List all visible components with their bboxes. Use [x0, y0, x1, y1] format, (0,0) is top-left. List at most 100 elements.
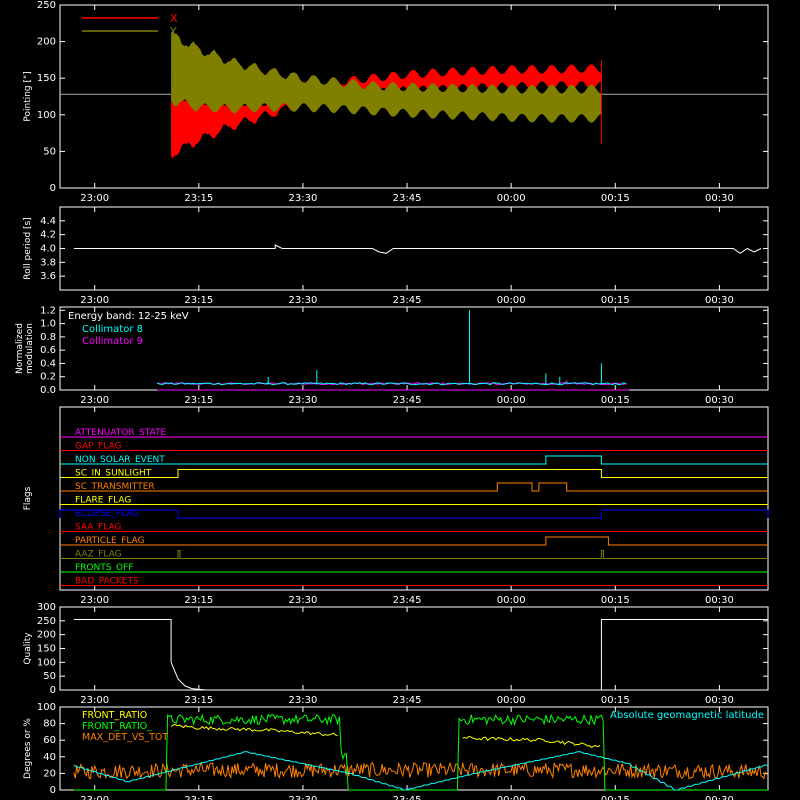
y-tick-label: 0.8 [40, 332, 56, 343]
x-tick-label: 00:00 [497, 595, 526, 606]
flag-line-sc-in-sunlight [60, 469, 768, 478]
flag-label-sc-in-sunlight: SC_IN_SUNLIGHT [75, 469, 152, 479]
flag-label-saa-flag: SAA_FLAG [75, 523, 121, 533]
y-tick-label: 150 [37, 73, 56, 84]
y-tick-label: 0 [50, 685, 56, 696]
x-tick-label: 23:15 [184, 295, 213, 306]
flag-label-eclipse-flag: ECLIPSE_FLAG [75, 509, 139, 519]
x-tick-label: 23:30 [289, 395, 318, 406]
y-axis-label: Pointing ["] [23, 71, 33, 121]
x-tick-label: 00:30 [705, 595, 734, 606]
y-axis-label: Degrees or % [23, 718, 33, 779]
x-tick-label: 00:00 [497, 695, 526, 706]
flag-line-sc-transmitter [60, 482, 768, 492]
flag-line-eclipse-flag [59, 509, 769, 519]
panel-quality: 23:00 23:15 23:30 23:45 00:00 00:15 00:30 Quali… [23, 602, 769, 706]
chart-canvas: 23:00 23:15 23:30 23:45 00:00 00:15 00:30 Point… [15, 0, 769, 800]
legend-label-front-ratio: FRONT_RATIO [82, 710, 147, 721]
y-axis-label: Flags [23, 486, 33, 510]
legend-label-collimator-8: Collimator 8 [82, 324, 143, 335]
y-tick-label: 50 [43, 146, 56, 157]
x-tick-label: 23:30 [289, 295, 318, 306]
flag-line-particle-flag [60, 536, 768, 546]
flag-label-aaz-flag: AAZ_FLAG [75, 550, 122, 560]
x-tick-label: 23:45 [393, 295, 422, 306]
x-tick-label: 00:30 [705, 193, 734, 204]
legend-label-max-det-vs-tot: MAX_DET_VS_TOT [82, 732, 168, 743]
y-tick-label: 4.4 [40, 216, 56, 227]
x-tick-label: 00:15 [601, 695, 630, 706]
flag-label-particle-flag: PARTICLE_FLAG [75, 536, 145, 546]
x-tick-label: 23:45 [393, 695, 422, 706]
series-max-det-vs-tot [73, 761, 768, 780]
x-tick-label: 23:30 [289, 193, 318, 204]
flag-label-sc-transmitter: SC_TRANSMITTER [75, 482, 155, 492]
flag-label-bad-packets: BAD_PACKETS [75, 577, 139, 587]
x-tick-label: 23:45 [393, 193, 422, 204]
y-tick-label: 20 [43, 768, 56, 779]
y-tick-label: 1.0 [40, 319, 56, 330]
y-tick-label: 60 [43, 735, 56, 746]
y-tick-label: 0 [50, 785, 56, 796]
legend-label-collimator-9: Collimator 9 [82, 336, 143, 347]
y-tick-label: 1.2 [40, 305, 56, 316]
x-tick-label: 23:00 [80, 395, 109, 406]
x-tick-label: 23:15 [184, 395, 213, 406]
y-axis-label: Roll period [s] [23, 217, 33, 279]
legend-label-y: Y [169, 25, 177, 38]
y-tick-label: 4.2 [40, 230, 56, 241]
y-tick-label: 200 [37, 37, 56, 48]
x-tick-label: 00:30 [705, 395, 734, 406]
y-tick-label: 0.4 [40, 358, 56, 369]
flag-label-attenuator-state: ATTENUATOR_STATE [75, 428, 167, 438]
flag-label-non-solar-event: NON_SOLAR_EVENT [75, 455, 165, 465]
flag-line-aaz-flag [60, 550, 768, 559]
y-tick-label: 50 [43, 671, 56, 682]
x-tick-label: 00:15 [601, 193, 630, 204]
x-tick-label: 00:15 [601, 395, 630, 406]
x-tick-label: 23:00 [80, 795, 109, 800]
x-tick-label: 23:15 [184, 595, 213, 606]
series-front-ratio [462, 735, 601, 749]
x-tick-label: 00:15 [601, 795, 630, 800]
x-tick-label: 23:15 [184, 695, 213, 706]
series-roll-period [73, 244, 762, 254]
x-tick-label: 00:15 [601, 295, 630, 306]
legend-label-front-ratio-: FRONT_RATIO_ [82, 721, 152, 732]
x-tick-label: 23:30 [289, 795, 318, 800]
x-tick-label: 23:00 [80, 295, 109, 306]
y-tick-label: 250 [37, 616, 56, 627]
x-tick-label: 00:30 [705, 795, 734, 800]
panel-modulation: 23:00 23:15 23:30 23:45 00:00 00:15 00:30 Norma… [15, 305, 769, 406]
x-tick-label: 23:00 [80, 695, 109, 706]
y-tick-label: 300 [37, 602, 56, 613]
series-front-ratio [170, 723, 338, 737]
x-tick-label: 23:45 [393, 795, 422, 800]
panel-roll: 23:00 23:15 23:30 23:45 00:00 00:15 00:30 Roll … [23, 206, 769, 306]
y-tick-label: 100 [37, 657, 56, 668]
y-tick-label: 250 [37, 0, 56, 11]
x-tick-label: 00:00 [497, 295, 526, 306]
x-tick-label: 23:30 [289, 695, 318, 706]
y-tick-label: 0.2 [40, 372, 56, 383]
y-tick-label: 200 [37, 630, 56, 641]
flag-label-fronts-off: FRONTS_OFF [75, 563, 133, 573]
panel-ratios: 23:00 23:15 23:30 23:45 00:00 00:15 00:30 Degre… [23, 702, 769, 800]
y-axis-label: modulation [25, 323, 35, 374]
y-tick-label: 0 [50, 183, 56, 194]
x-tick-label: 00:00 [497, 395, 526, 406]
x-tick-label: 00:00 [497, 193, 526, 204]
y-tick-label: 100 [37, 702, 56, 713]
y-tick-label: 80 [43, 719, 56, 730]
x-tick-label: 00:00 [497, 795, 526, 800]
panel-pointing: 23:00 23:15 23:30 23:45 00:00 00:15 00:30 Point… [23, 0, 769, 204]
x-tick-label: 00:15 [601, 595, 630, 606]
flag-label-gap-flag: GAP_FLAG [75, 442, 121, 452]
y-tick-label: 0.6 [40, 345, 56, 356]
y-tick-label: 3.6 [40, 271, 56, 282]
legend-label-x: X [170, 12, 178, 25]
x-tick-label: 00:30 [705, 295, 734, 306]
energy-band-annotation: Energy band: 12-25 keV [68, 311, 189, 322]
y-tick-label: 150 [37, 644, 56, 655]
panel-flags: 23:00 23:15 23:30 23:45 00:00 00:15 00:30 Flags… [23, 406, 769, 606]
